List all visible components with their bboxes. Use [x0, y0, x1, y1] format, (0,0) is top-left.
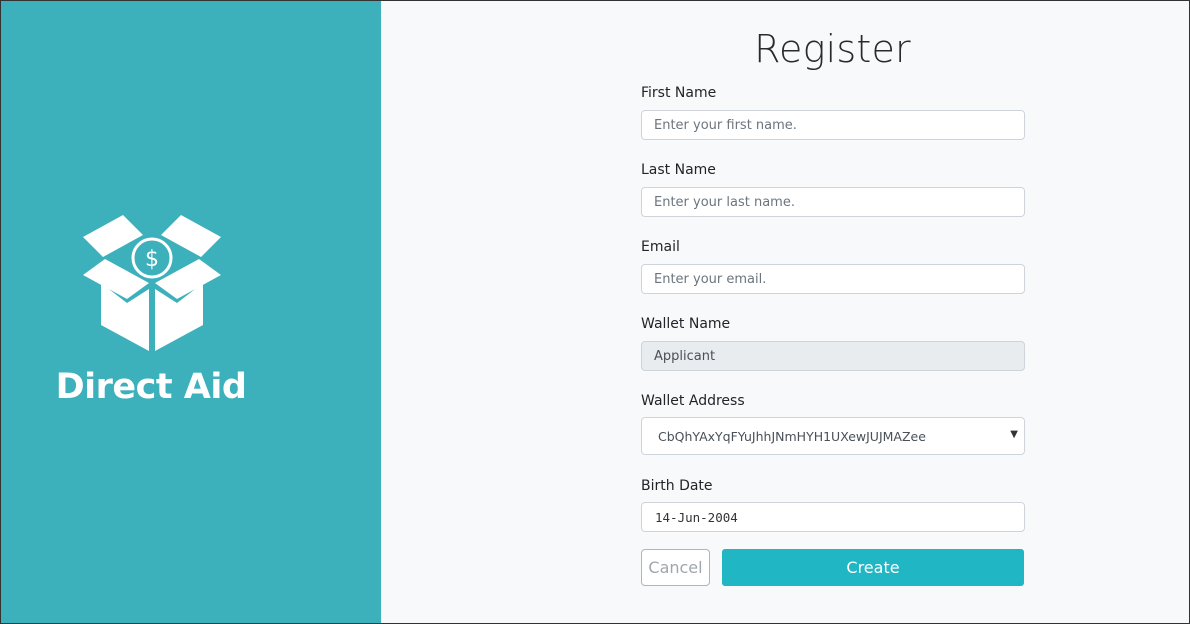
wallet-address-label: Wallet Address: [641, 393, 745, 409]
birth-date-label: Birth Date: [641, 478, 713, 494]
box-dollar-icon: $: [83, 215, 221, 351]
cancel-button[interactable]: Cancel: [641, 549, 710, 586]
last-name-label: Last Name: [641, 162, 716, 178]
birth-date-value: 14-Jun-2004: [655, 509, 738, 525]
last-name-input[interactable]: [641, 187, 1025, 217]
first-name-label: First Name: [641, 85, 717, 101]
birth-date-input[interactable]: 14-Jun-2004: [641, 502, 1025, 532]
register-form: Register First Name Last Name Email Wall…: [381, 1, 1189, 623]
wallet-address-select[interactable]: CbQhYAxYqFYuJhhJNmHYH1UXewJUJMAZee ▼: [641, 417, 1025, 455]
wallet-name-label: Wallet Name: [641, 316, 731, 332]
create-button[interactable]: Create: [722, 549, 1024, 586]
wallet-address-value: CbQhYAxYqFYuJhhJNmHYH1UXewJUJMAZee: [658, 428, 926, 444]
wallet-name-input: [641, 341, 1025, 371]
email-input[interactable]: [641, 264, 1025, 294]
email-label: Email: [641, 239, 680, 255]
first-name-input[interactable]: [641, 110, 1025, 140]
brand-name: Direct Aid: [55, 367, 247, 407]
svg-text:$: $: [145, 247, 159, 272]
brand-panel: $ Direct Aid: [1, 1, 381, 623]
app-window: $ Direct Aid Register First Name Last Na…: [0, 0, 1190, 624]
chevron-down-icon: ▼: [1010, 429, 1018, 440]
page-title: Register: [754, 27, 911, 71]
